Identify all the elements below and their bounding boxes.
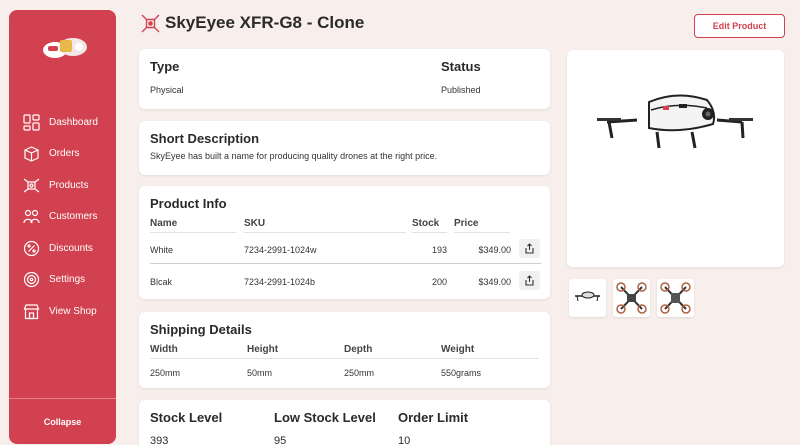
product-main-image[interactable] xyxy=(567,50,784,267)
depth-value: 250mm xyxy=(344,368,375,378)
sidebar-item-products[interactable]: Products xyxy=(23,177,88,194)
sidebar-item-view-shop[interactable]: View Shop xyxy=(23,303,97,320)
thumbnail[interactable] xyxy=(613,279,650,317)
thumbnail[interactable] xyxy=(657,279,694,317)
height-value: 50mm xyxy=(247,368,273,378)
shipping-details-title: Shipping Details xyxy=(150,322,252,337)
sidebar-item-label: Orders xyxy=(49,148,80,159)
sidebar-item-label: Discounts xyxy=(49,243,93,254)
sidebar: Dashboard Orders Products Customers Disc… xyxy=(9,10,116,444)
share-icon xyxy=(525,275,534,286)
row-sku: 7234-2991-1024b xyxy=(244,277,316,287)
settings-target-icon xyxy=(23,271,40,288)
drone-thumbnail-side xyxy=(575,291,600,302)
row-name: Blcak xyxy=(150,277,173,287)
sidebar-item-label: Dashboard xyxy=(49,117,98,128)
low-stock-level-value: 95 xyxy=(274,435,287,445)
low-stock-level-label: Low Stock Level xyxy=(274,410,376,425)
customers-icon xyxy=(23,209,40,224)
drone-thumbnail-top xyxy=(616,282,647,314)
sidebar-item-customers[interactable]: Customers xyxy=(23,208,97,225)
thumbnail[interactable] xyxy=(569,279,606,317)
share-button[interactable] xyxy=(519,239,540,258)
short-description-card: Short Description SkyEyee has built a na… xyxy=(139,121,550,175)
collapse-button[interactable]: Collapse xyxy=(9,398,116,444)
row-sku: 7234-2991-1024w xyxy=(244,245,317,255)
order-limit-value: 10 xyxy=(398,435,411,445)
sidebar-item-dashboard[interactable]: Dashboard xyxy=(23,114,98,131)
status-label: Status xyxy=(441,59,481,74)
product-info-card: Product Info Name SKU Stock Price White … xyxy=(139,186,550,299)
column-header-width: Width xyxy=(150,344,178,355)
sidebar-item-discounts[interactable]: Discounts xyxy=(23,240,93,257)
sidebar-item-label: View Shop xyxy=(49,306,97,317)
shop-storefront-icon xyxy=(23,304,40,320)
product-drone-icon xyxy=(141,14,160,33)
row-name: White xyxy=(150,245,174,255)
column-header-depth: Depth xyxy=(344,344,373,355)
page-title: SkyEyee XFR-G8 - Clone xyxy=(165,13,365,32)
row-stock: 193 xyxy=(431,245,447,255)
short-description-text: SkyEyee has built a name for producing q… xyxy=(150,151,438,161)
logo xyxy=(43,38,87,58)
width-value: 250mm xyxy=(150,368,181,378)
share-icon xyxy=(525,243,534,254)
column-header-price: Price xyxy=(454,218,479,229)
type-status-card: Type Physical Status Published xyxy=(139,49,550,109)
row-stock: 200 xyxy=(431,277,447,287)
type-label: Type xyxy=(150,59,180,74)
drone-thumbnail-top-alt xyxy=(660,282,691,314)
stock-level-value: 393 xyxy=(150,435,169,445)
stock-card: Stock Level Low Stock Level Order Limit … xyxy=(139,400,550,445)
products-drone-icon xyxy=(23,178,40,193)
type-value: Physical xyxy=(150,85,184,95)
sidebar-item-orders[interactable]: Orders xyxy=(23,145,80,162)
sidebar-item-label: Customers xyxy=(49,211,98,222)
column-header-stock: Stock xyxy=(412,218,440,229)
sidebar-item-label: Products xyxy=(49,180,89,191)
shipping-details-card: Shipping Details Width Height Depth Weig… xyxy=(139,312,550,388)
order-limit-label: Order Limit xyxy=(398,410,469,425)
column-header-height: Height xyxy=(247,344,279,355)
row-price: $349.00 xyxy=(478,277,511,287)
short-description-title: Short Description xyxy=(150,131,260,146)
product-info-title: Product Info xyxy=(150,196,227,211)
dashboard-icon xyxy=(23,114,40,131)
row-price: $349.00 xyxy=(478,245,511,255)
edit-product-button[interactable]: Edit Product xyxy=(694,14,785,38)
share-button[interactable] xyxy=(519,271,540,290)
column-header-name: Name xyxy=(150,218,178,229)
discount-percent-icon xyxy=(23,240,40,257)
sidebar-item-settings[interactable]: Settings xyxy=(23,271,85,288)
status-value: Published xyxy=(441,85,481,95)
column-header-weight: Weight xyxy=(441,344,475,355)
orders-box-icon xyxy=(24,146,39,162)
drone-image xyxy=(597,94,753,149)
column-header-sku: SKU xyxy=(244,218,266,229)
sidebar-item-label: Settings xyxy=(49,274,86,285)
stock-level-label: Stock Level xyxy=(150,410,223,425)
weight-value: 550grams xyxy=(441,368,482,378)
